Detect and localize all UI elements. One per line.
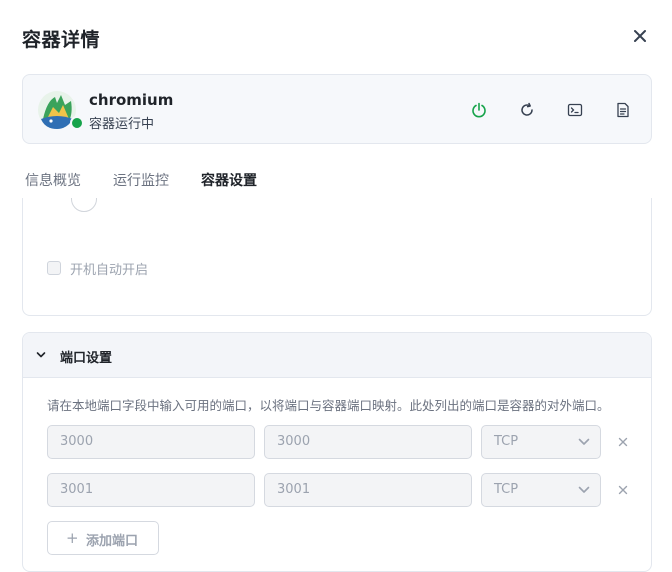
container-port-input[interactable]: 3000 [264, 425, 472, 459]
app-status: 容器运行中 [89, 117, 155, 132]
protocol-select[interactable]: TCP [481, 473, 601, 507]
add-port-button[interactable]: + 添加端口 [47, 521, 159, 555]
protocol-value: TCP [494, 434, 519, 449]
container-port-input[interactable]: 3001 [264, 473, 472, 507]
app-header-card: chromium 容器运行中 [22, 74, 652, 144]
log-icon [617, 102, 629, 118]
close-icon [618, 437, 628, 447]
remove-port-button[interactable] [616, 483, 630, 497]
close-button[interactable] [630, 26, 650, 46]
tab-container-settings[interactable]: 容器设置 [197, 170, 261, 201]
app-name: chromium [89, 91, 174, 109]
power-button[interactable] [469, 100, 489, 120]
running-status-dot [70, 116, 84, 130]
plus-icon: + [66, 529, 79, 547]
log-button[interactable] [613, 100, 633, 120]
tab-monitoring[interactable]: 运行监控 [113, 170, 169, 199]
restart-button[interactable] [517, 100, 537, 120]
restart-icon [521, 102, 533, 116]
local-port-input[interactable]: 3000 [47, 425, 255, 459]
power-icon [472, 102, 486, 118]
autostart-label: 开机自动开启 [70, 263, 149, 278]
local-port-input[interactable]: 3001 [47, 473, 255, 507]
close-icon [618, 485, 628, 495]
radio-partial[interactable] [71, 198, 97, 212]
protocol-select[interactable]: TCP [481, 425, 601, 459]
remove-port-button[interactable] [616, 435, 630, 449]
tab-bar: 信息概览 运行监控 容器设置 [22, 160, 652, 201]
dialog-title: 容器详情 [22, 29, 101, 51]
tab-overview[interactable]: 信息概览 [25, 170, 81, 199]
autostart-checkbox[interactable] [47, 261, 61, 275]
port-settings-section: 端口设置 请在本地端口字段中输入可用的端口，以将端口与容器端口映射。此处列出的端… [22, 332, 652, 572]
terminal-button[interactable] [565, 100, 585, 120]
chevron-down-icon [578, 486, 590, 493]
protocol-value: TCP [494, 482, 519, 497]
terminal-icon [567, 103, 583, 117]
port-settings-title: 端口设置 [60, 351, 113, 366]
close-icon [634, 30, 646, 42]
settings-panel: 开机自动开启 [22, 198, 652, 316]
add-port-label: 添加端口 [86, 534, 139, 549]
chevron-down-icon [578, 438, 590, 445]
port-description: 请在本地端口字段中输入可用的端口，以将端口与容器端口映射。此处列出的端口是容器的… [47, 398, 610, 413]
chevron-down-icon [36, 352, 46, 358]
port-settings-header[interactable]: 端口设置 [23, 333, 651, 378]
